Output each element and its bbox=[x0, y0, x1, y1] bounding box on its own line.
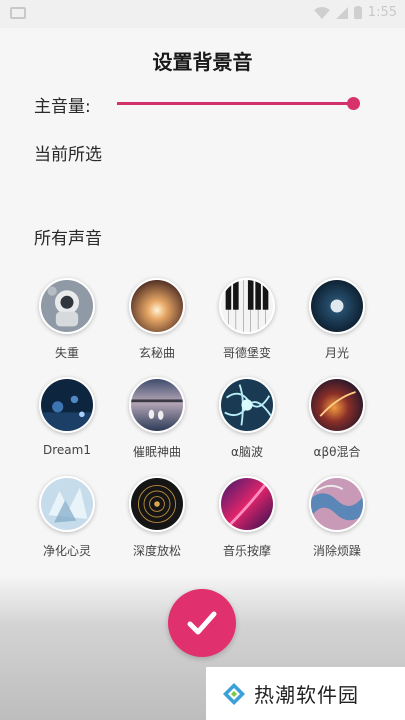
sound-label: 玄秘曲 bbox=[138, 346, 175, 360]
status-bar: 1:55 bbox=[0, 0, 405, 28]
volume-slider-thumb[interactable] bbox=[347, 97, 360, 110]
sound-label: 净化心灵 bbox=[42, 544, 91, 558]
page-title: 设置背景音 bbox=[152, 50, 253, 74]
swan-lake-image bbox=[129, 377, 185, 433]
status-time: 1:55 bbox=[367, 5, 397, 20]
volume-slider[interactable] bbox=[117, 97, 360, 110]
sound-item-goldberg[interactable]: 哥德堡变 bbox=[202, 278, 292, 361]
notification-icon bbox=[10, 7, 26, 19]
status-icons: 1:55 bbox=[313, 5, 397, 20]
sound-item-weightless[interactable]: 失重 bbox=[22, 278, 112, 361]
moon-image bbox=[309, 278, 365, 334]
confirm-button[interactable] bbox=[168, 589, 236, 657]
piano-keys-image bbox=[219, 278, 275, 334]
sound-label: α脑波 bbox=[231, 445, 263, 459]
sound-item-moonlight[interactable]: 月光 bbox=[292, 278, 382, 361]
watermark: 热潮软件园 bbox=[206, 667, 405, 720]
astronaut-image bbox=[39, 278, 95, 334]
neurons-image bbox=[219, 377, 275, 433]
sound-label: 音乐按摩 bbox=[222, 544, 271, 558]
volume-label: 主音量: bbox=[34, 97, 91, 117]
fluid-art-image bbox=[309, 476, 365, 532]
sound-label: αβθ混合 bbox=[313, 445, 361, 459]
wifi-icon bbox=[313, 6, 330, 19]
sound-item-deep-relax[interactable]: 深度放松 bbox=[112, 476, 202, 559]
sound-label: 哥德堡变 bbox=[222, 346, 271, 360]
crystal-image bbox=[39, 476, 95, 532]
sound-grid: 失重 玄秘曲 哥德堡变 月光 Dream1 催眠神曲 α脑波 αβθ混合 净化心… bbox=[22, 278, 382, 559]
sound-label: Dream1 bbox=[43, 443, 91, 457]
sound-label: 消除烦躁 bbox=[312, 544, 361, 558]
watermark-logo bbox=[223, 682, 245, 705]
sound-item-music-massage[interactable]: 音乐按摩 bbox=[202, 476, 292, 559]
all-sounds-label: 所有声音 bbox=[34, 229, 102, 249]
sound-item-mystic[interactable]: 玄秘曲 bbox=[112, 278, 202, 361]
sound-label: 催眠神曲 bbox=[132, 445, 181, 459]
night-lights-image bbox=[39, 377, 95, 433]
sound-label: 失重 bbox=[54, 346, 79, 360]
sound-label: 深度放松 bbox=[132, 544, 181, 558]
battery-icon bbox=[353, 6, 362, 19]
watermark-text: 热潮软件园 bbox=[254, 683, 359, 707]
sound-item-purify[interactable]: 净化心灵 bbox=[22, 476, 112, 559]
nebula-image bbox=[309, 377, 365, 433]
sound-item-dream1[interactable]: Dream1 bbox=[22, 377, 112, 460]
current-selection-label: 当前所选 bbox=[34, 145, 102, 165]
sound-item-hypnotic[interactable]: 催眠神曲 bbox=[112, 377, 202, 460]
light-streak-image bbox=[219, 476, 275, 532]
radial-pattern-image bbox=[129, 476, 185, 532]
sound-label: 月光 bbox=[324, 346, 349, 360]
volume-slider-fill bbox=[117, 102, 353, 105]
sound-item-alpha-wave[interactable]: α脑波 bbox=[202, 377, 292, 460]
sound-item-mixed[interactable]: αβθ混合 bbox=[292, 377, 382, 460]
glowing-sun-image bbox=[129, 278, 185, 334]
sound-item-calm[interactable]: 消除烦躁 bbox=[292, 476, 382, 559]
check-icon bbox=[187, 611, 217, 635]
signal-icon bbox=[335, 6, 348, 19]
